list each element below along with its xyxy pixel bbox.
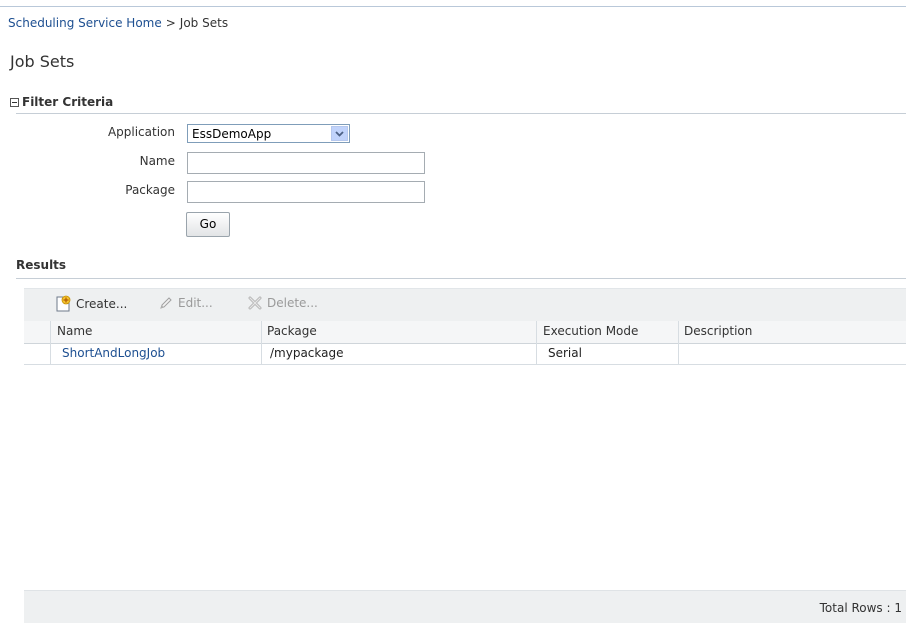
results-toolbar: Create... Edit... Delete... [24, 288, 906, 321]
name-input[interactable] [187, 152, 425, 174]
edit-pencil-icon [160, 297, 172, 309]
go-button[interactable]: Go [186, 212, 230, 237]
package-label: Package [125, 183, 175, 197]
delete-button[interactable]: Delete... [247, 295, 318, 311]
breadcrumb-current: Job Sets [179, 16, 229, 30]
create-button[interactable]: Create... [54, 295, 127, 313]
delete-label: Delete... [267, 296, 318, 310]
filter-criteria-header[interactable]: Filter Criteria [10, 95, 113, 109]
edit-button[interactable]: Edit... [158, 295, 213, 311]
breadcrumb-home-link[interactable]: Scheduling Service Home [8, 16, 162, 30]
application-select-value: EssDemoApp [192, 127, 272, 141]
breadcrumb: Scheduling Service Home > Job Sets [8, 16, 228, 30]
column-header-package[interactable]: Package [267, 324, 317, 338]
results-footer: Total Rows : 1 [24, 590, 906, 623]
page-title: Job Sets [10, 52, 75, 71]
edit-label: Edit... [178, 296, 213, 310]
job-set-execution-mode: Serial [548, 346, 582, 360]
application-select[interactable]: EssDemoApp [187, 124, 350, 143]
column-header-name[interactable]: Name [57, 324, 92, 338]
breadcrumb-separator: > [165, 16, 176, 30]
delete-x-icon [248, 296, 262, 310]
create-icon [56, 295, 71, 312]
job-set-name-link[interactable]: ShortAndLongJob [62, 346, 165, 360]
filter-section-divider [16, 113, 906, 114]
table-row[interactable]: ShortAndLongJob /mypackage Serial [24, 343, 906, 365]
total-rows: Total Rows : 1 [819, 601, 902, 615]
results-section-divider [16, 278, 906, 279]
dropdown-arrow-icon[interactable] [331, 126, 348, 141]
results-title: Results [16, 258, 67, 272]
column-header-description[interactable]: Description [684, 324, 752, 338]
top-divider [0, 6, 906, 7]
create-label: Create... [76, 297, 128, 311]
name-label: Name [139, 154, 175, 168]
filter-criteria-title: Filter Criteria [22, 95, 114, 109]
application-label: Application [107, 125, 175, 139]
column-header-execution-mode[interactable]: Execution Mode [543, 324, 638, 338]
package-input[interactable] [187, 181, 425, 203]
table-header: Name Package Execution Mode Description [24, 321, 906, 344]
job-set-package: /mypackage [270, 346, 344, 360]
collapse-icon[interactable] [10, 97, 19, 107]
